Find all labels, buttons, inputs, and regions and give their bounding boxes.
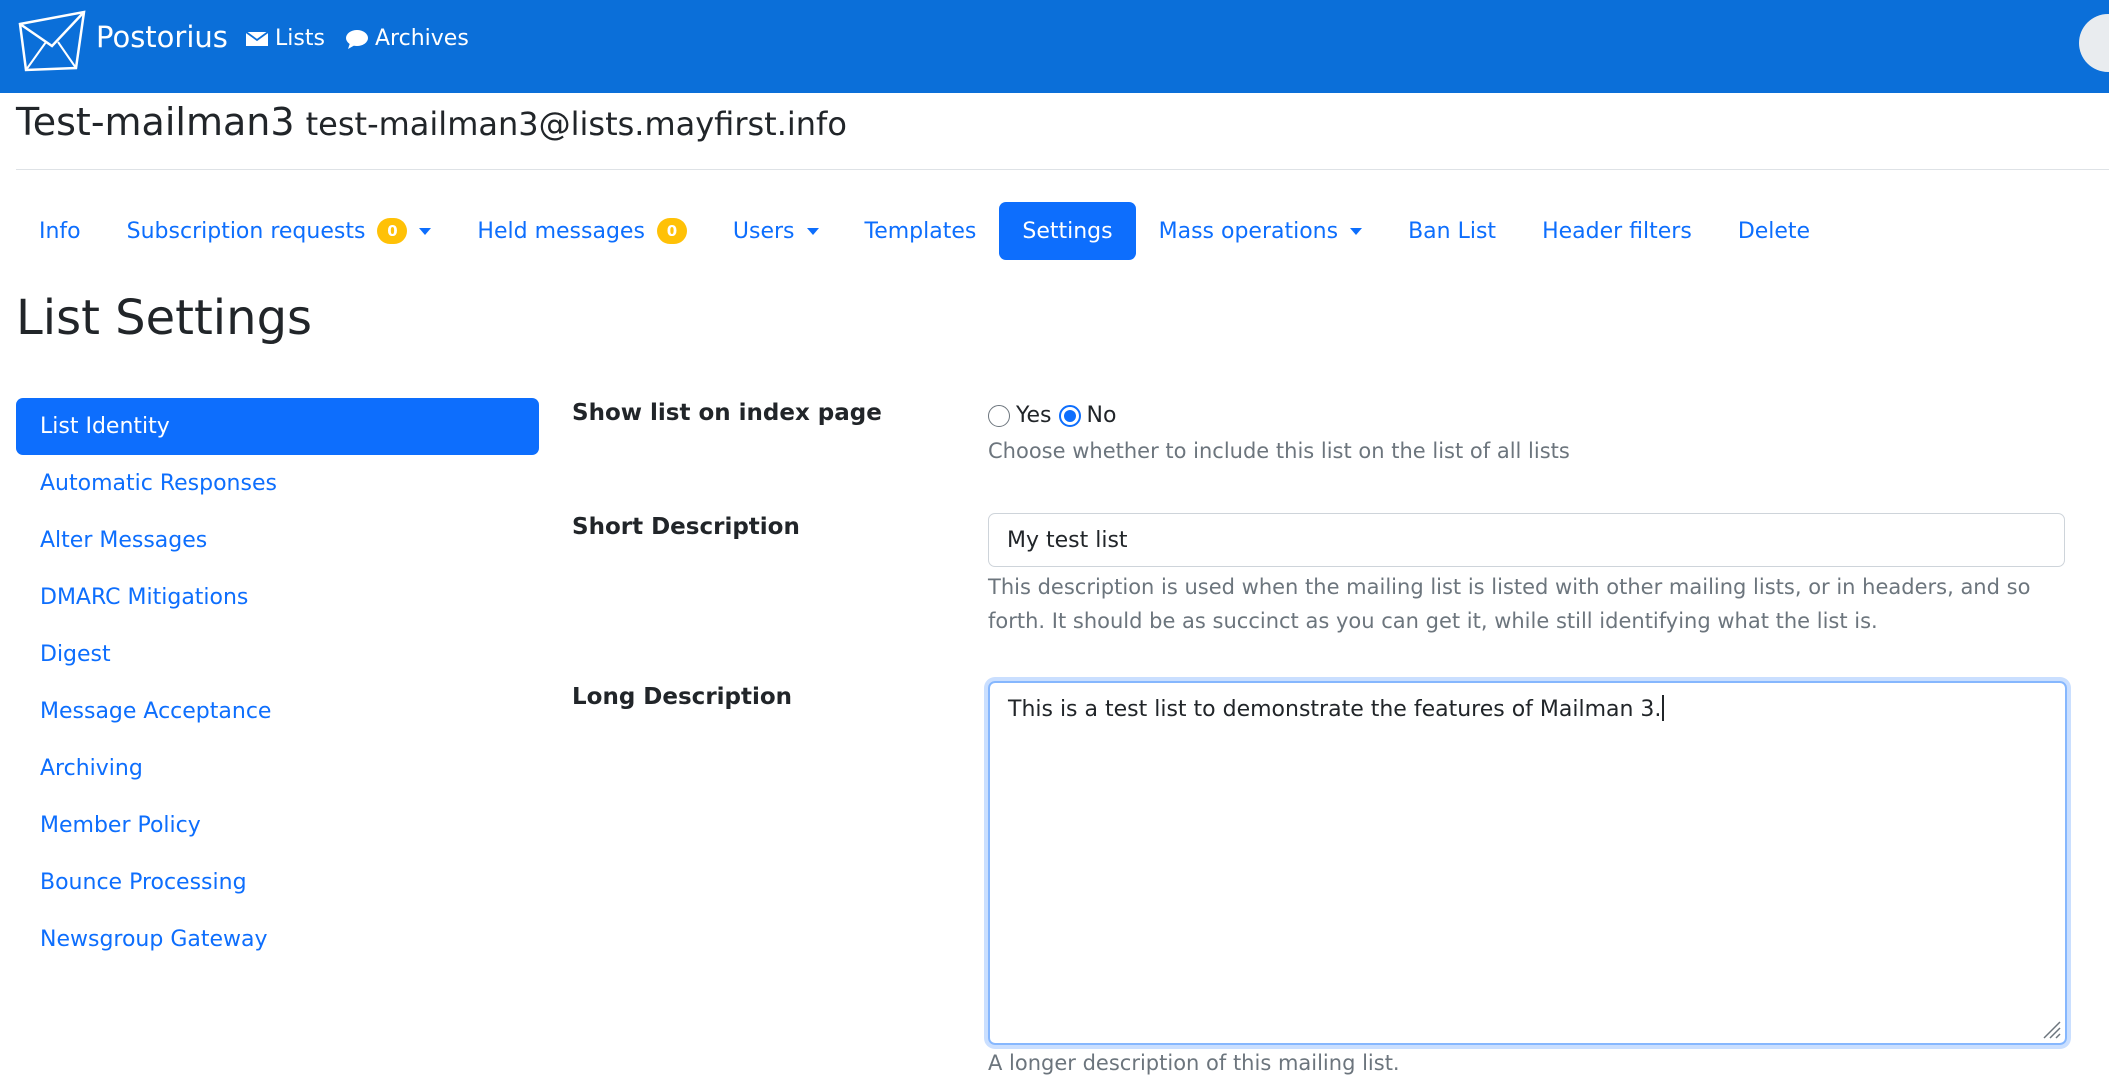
nav-lists-link[interactable]: Lists xyxy=(245,26,325,51)
settings-sidebar: List Identity Automatic Responses Alter … xyxy=(16,398,539,968)
sidebar-item-bounce-processing[interactable]: Bounce Processing xyxy=(16,854,539,911)
sidebar-item-alter-messages[interactable]: Alter Messages xyxy=(16,512,539,569)
tab-held-messages-label: Held messages xyxy=(477,218,645,244)
tab-info[interactable]: Info xyxy=(16,202,104,260)
user-avatar[interactable] xyxy=(2079,14,2109,72)
subscription-requests-count-badge: 0 xyxy=(377,218,408,244)
sidebar-item-newsgroup-gateway[interactable]: Newsgroup Gateway xyxy=(16,911,539,968)
long-description-help: A longer description of this mailing lis… xyxy=(988,1051,1400,1075)
tab-delete[interactable]: Delete xyxy=(1715,202,1833,260)
brand-link[interactable]: Postorius xyxy=(16,10,228,72)
sidebar-item-member-policy[interactable]: Member Policy xyxy=(16,797,539,854)
chevron-down-icon xyxy=(1350,227,1363,235)
show-on-index-yes-label[interactable]: Yes xyxy=(1016,403,1052,428)
nav-archives-label: Archives xyxy=(375,26,469,51)
postorius-logo-icon xyxy=(18,10,86,72)
resize-handle-icon[interactable] xyxy=(2040,1018,2062,1040)
tab-ban-list-label: Ban List xyxy=(1408,218,1497,244)
text-cursor xyxy=(1662,695,1665,721)
tab-header-filters-label: Header filters xyxy=(1542,218,1692,244)
list-header: Test-mailman3 test-mailman3@lists.mayfir… xyxy=(16,100,2109,170)
tab-mass-operations[interactable]: Mass operations xyxy=(1136,202,1385,260)
tab-info-label: Info xyxy=(39,218,81,244)
tab-held-messages[interactable]: Held messages 0 xyxy=(454,202,709,260)
tab-mass-operations-label: Mass operations xyxy=(1158,218,1339,244)
show-on-index-radio-group: Yes No xyxy=(988,403,1123,428)
show-on-index-help: Choose whether to include this list on t… xyxy=(988,439,1570,463)
tab-users[interactable]: Users xyxy=(710,202,842,260)
brand-name: Postorius xyxy=(96,20,228,54)
show-on-index-no-radio[interactable] xyxy=(1058,404,1081,427)
short-description-label: Short Description xyxy=(572,514,800,540)
show-on-index-label: Show list on index page xyxy=(572,400,882,426)
nav-lists-label: Lists xyxy=(275,26,325,51)
chevron-down-icon xyxy=(419,227,432,235)
tab-templates-label: Templates xyxy=(864,218,977,244)
short-description-input[interactable]: My test list xyxy=(988,513,2065,567)
tab-settings[interactable]: Settings xyxy=(999,202,1136,260)
list-nav-tabs: Info Subscription requests 0 Held messag… xyxy=(16,202,1833,260)
long-description-textarea[interactable]: This is a test list to demonstrate the f… xyxy=(988,681,2067,1045)
sidebar-item-message-acceptance[interactable]: Message Acceptance xyxy=(16,683,539,740)
long-description-value: This is a test list to demonstrate the f… xyxy=(1008,697,1662,722)
short-description-help-line2: forth. It should be as succinct as you c… xyxy=(988,609,1878,633)
comment-icon xyxy=(346,29,368,49)
tab-subscription-requests[interactable]: Subscription requests 0 xyxy=(104,202,455,260)
short-description-help-line1: This description is used when the mailin… xyxy=(988,575,2031,599)
tab-templates[interactable]: Templates xyxy=(842,202,1000,260)
sidebar-item-list-identity[interactable]: List Identity xyxy=(16,398,539,455)
sidebar-item-automatic-responses[interactable]: Automatic Responses xyxy=(16,455,539,512)
sidebar-item-archiving[interactable]: Archiving xyxy=(16,740,539,797)
tab-header-filters[interactable]: Header filters xyxy=(1519,202,1715,260)
tab-subscription-requests-label: Subscription requests xyxy=(126,218,366,244)
sidebar-item-digest[interactable]: Digest xyxy=(16,626,539,683)
nav-archives-link[interactable]: Archives xyxy=(345,26,469,51)
short-description-value: My test list xyxy=(1007,527,1128,553)
held-messages-count-badge: 0 xyxy=(656,218,687,244)
tab-ban-list[interactable]: Ban List xyxy=(1385,202,1519,260)
top-navbar: Postorius Lists Archives xyxy=(0,0,2109,93)
envelope-icon xyxy=(245,30,269,46)
tab-users-label: Users xyxy=(732,218,795,244)
list-name: Test-mailman3 xyxy=(16,100,295,144)
long-description-label: Long Description xyxy=(572,684,793,710)
tab-delete-label: Delete xyxy=(1737,218,1811,244)
show-on-index-no-label[interactable]: No xyxy=(1087,403,1117,428)
chevron-down-icon xyxy=(806,227,819,235)
page-title: List Settings xyxy=(16,290,313,346)
list-address: test-mailman3@lists.mayfirst.info xyxy=(305,105,847,143)
show-on-index-yes-radio[interactable] xyxy=(988,404,1010,427)
tab-settings-label: Settings xyxy=(1022,218,1113,244)
sidebar-item-dmarc-mitigations[interactable]: DMARC Mitigations xyxy=(16,569,539,626)
